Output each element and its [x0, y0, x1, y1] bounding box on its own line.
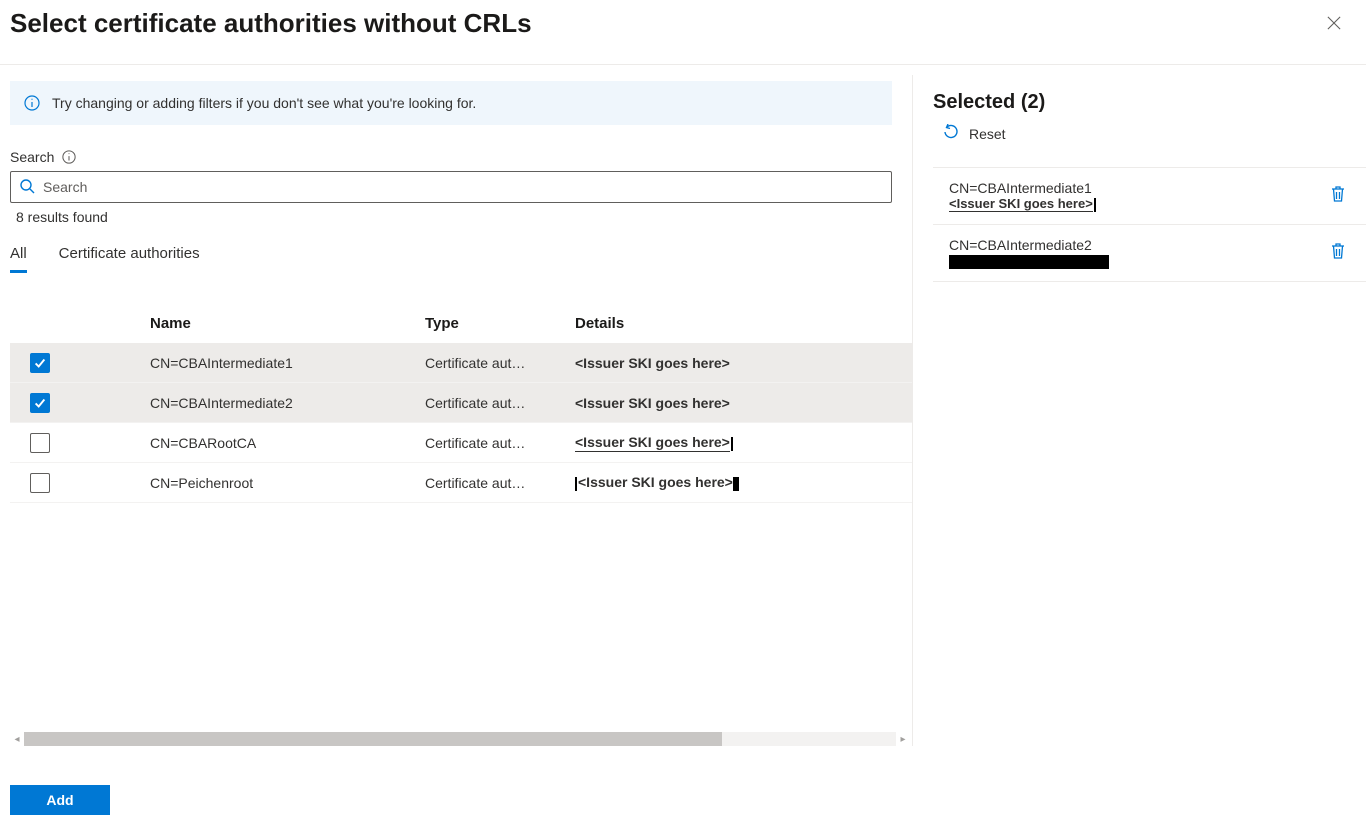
table-row[interactable]: CN=CBAIntermediate2Certificate aut…<Issu… — [10, 383, 912, 423]
table-row[interactable]: CN=PeichenrootCertificate aut…<Issuer SK… — [10, 463, 912, 503]
info-icon — [24, 95, 40, 111]
info-text: Try changing or adding filters if you do… — [52, 95, 476, 111]
cell-type: Certificate aut… — [425, 435, 575, 451]
cell-details: <Issuer SKI goes here> — [575, 395, 912, 411]
table-header-row: Name Type Details — [10, 303, 912, 343]
cell-type: Certificate aut… — [425, 355, 575, 371]
search-icon — [19, 178, 43, 197]
cell-name: CN=CBAIntermediate1 — [150, 355, 425, 371]
scrollbar-track[interactable] — [24, 732, 896, 746]
tab-all[interactable]: All — [10, 245, 27, 273]
col-name[interactable]: Name — [150, 315, 425, 332]
remove-selected-button[interactable] — [1330, 185, 1346, 206]
close-button[interactable] — [1318, 8, 1350, 40]
cell-type: Certificate aut… — [425, 395, 575, 411]
selected-item-ski — [949, 253, 1109, 270]
row-checkbox[interactable] — [30, 353, 50, 373]
selected-item: CN=CBAIntermediate2 — [933, 225, 1366, 283]
cell-name: CN=CBARootCA — [150, 435, 425, 451]
cell-type: Certificate aut… — [425, 475, 575, 491]
trash-icon — [1330, 242, 1346, 263]
scroll-right-arrow-icon[interactable]: ▸ — [896, 732, 910, 746]
trash-icon — [1330, 185, 1346, 206]
ca-table: Name Type Details CN=CBAIntermediate1Cer… — [10, 303, 912, 503]
scroll-left-arrow-icon[interactable]: ◂ — [10, 732, 24, 746]
close-icon — [1327, 16, 1341, 33]
table-row[interactable]: CN=CBARootCACertificate aut…<Issuer SKI … — [10, 423, 912, 463]
search-label: Search — [10, 149, 54, 165]
table-row[interactable]: CN=CBAIntermediate1Certificate aut…<Issu… — [10, 343, 912, 383]
col-type[interactable]: Type — [425, 315, 575, 332]
page-title: Select certificate authorities without C… — [10, 8, 532, 39]
selected-item-name: CN=CBAIntermediate1 — [949, 180, 1096, 196]
results-count: 8 results found — [16, 209, 912, 225]
info-icon[interactable] — [62, 150, 76, 164]
tabs: All Certificate authorities — [10, 245, 912, 273]
remove-selected-button[interactable] — [1330, 242, 1346, 263]
undo-icon — [943, 124, 959, 143]
reset-label: Reset — [969, 126, 1006, 142]
cell-details: <Issuer SKI goes here> — [575, 434, 912, 450]
cell-details: <Issuer SKI goes here> — [575, 474, 912, 490]
search-input[interactable] — [43, 179, 883, 195]
cell-details: <Issuer SKI goes here> — [575, 355, 912, 371]
horizontal-scrollbar[interactable]: ◂ ▸ — [10, 732, 910, 746]
tab-certificate-authorities[interactable]: Certificate authorities — [59, 245, 200, 273]
cell-name: CN=Peichenroot — [150, 475, 425, 491]
add-button[interactable]: Add — [10, 785, 110, 815]
search-field[interactable] — [10, 171, 892, 203]
scrollbar-thumb[interactable] — [24, 732, 722, 746]
row-checkbox[interactable] — [30, 433, 50, 453]
selected-title: Selected (2) — [933, 91, 1366, 114]
row-checkbox[interactable] — [30, 473, 50, 493]
reset-button[interactable]: Reset — [943, 124, 1366, 143]
info-message-bar: Try changing or adding filters if you do… — [10, 81, 892, 125]
selected-item-ski: <Issuer SKI goes here> — [949, 196, 1096, 212]
col-details[interactable]: Details — [575, 315, 912, 332]
selected-item-name: CN=CBAIntermediate2 — [949, 237, 1109, 253]
row-checkbox[interactable] — [30, 393, 50, 413]
selected-list: CN=CBAIntermediate1<Issuer SKI goes here… — [933, 167, 1366, 282]
selected-item: CN=CBAIntermediate1<Issuer SKI goes here… — [933, 168, 1366, 225]
cell-name: CN=CBAIntermediate2 — [150, 395, 425, 411]
